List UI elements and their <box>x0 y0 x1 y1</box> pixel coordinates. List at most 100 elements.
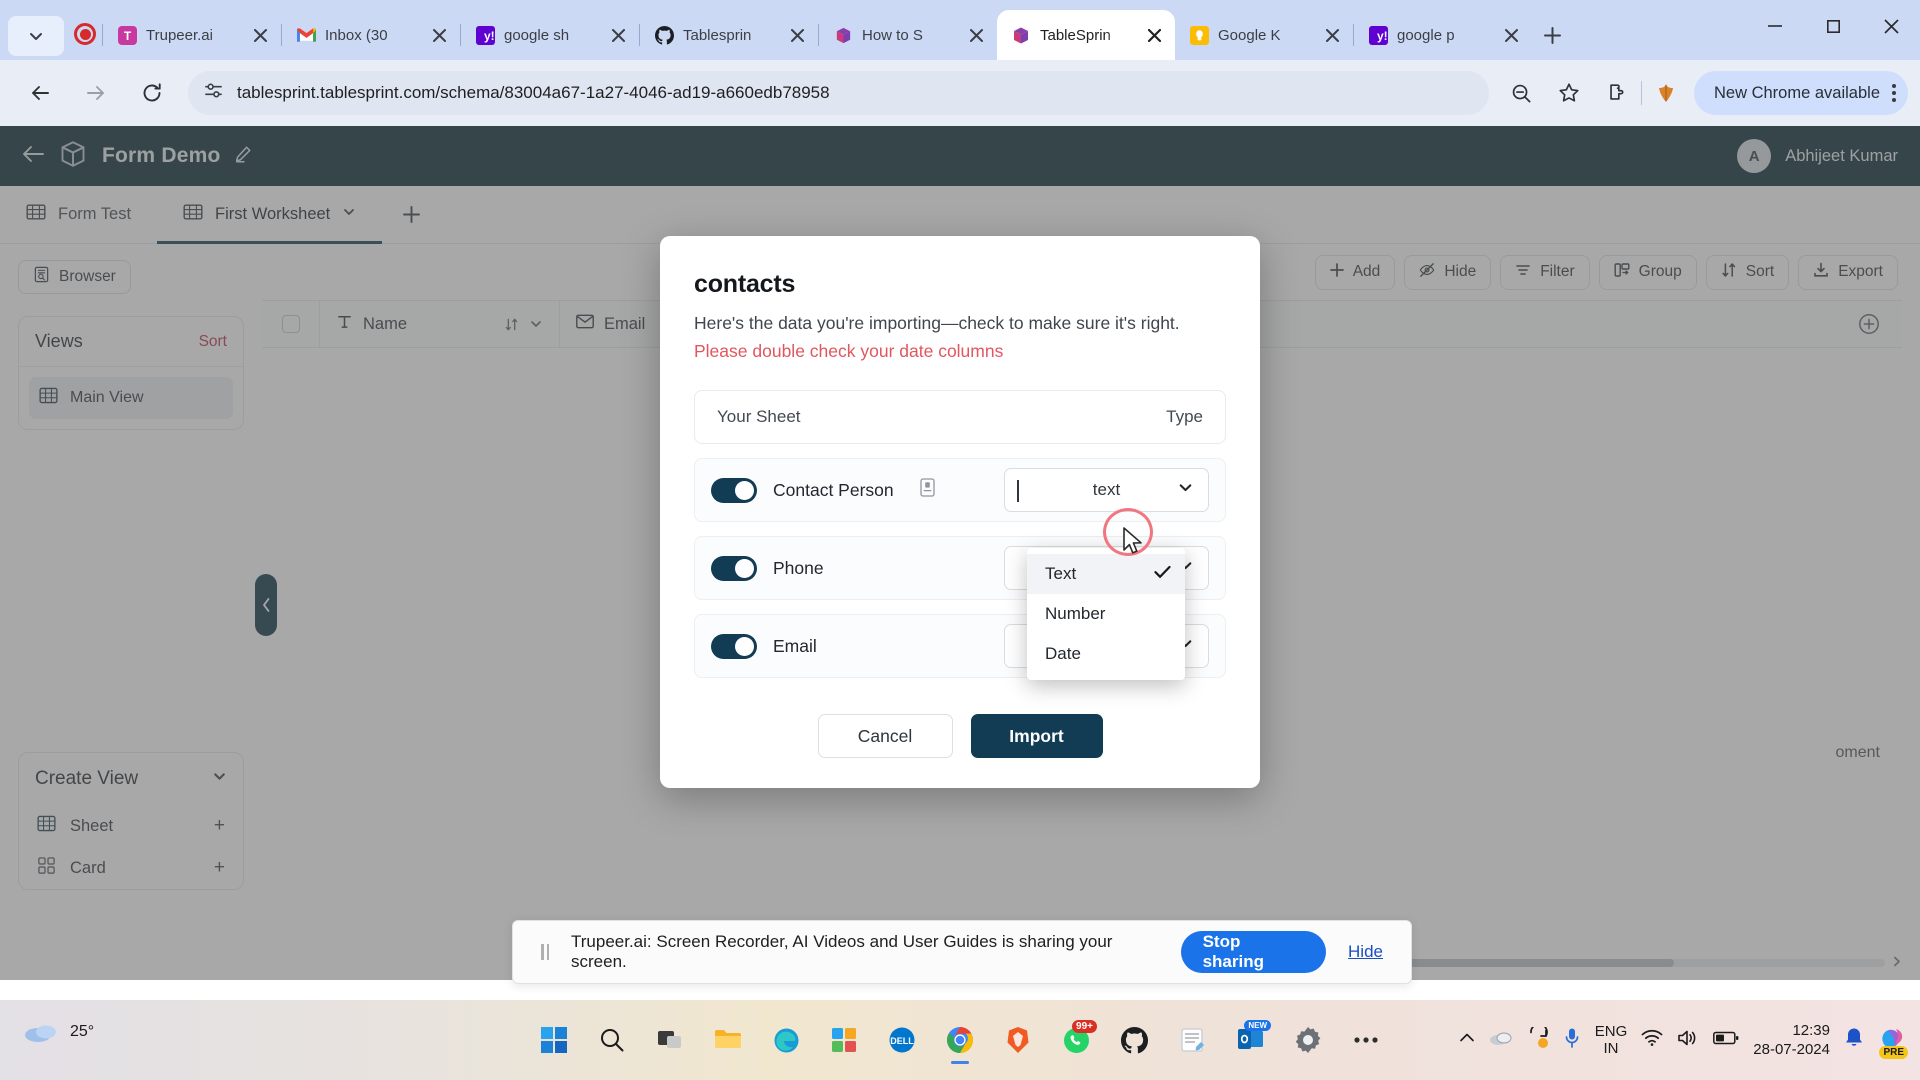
browser-tab-tablesprint-active[interactable]: TableSprin <box>997 10 1175 60</box>
toggle-contact-person[interactable] <box>711 477 757 503</box>
brave-icon[interactable] <box>993 1012 1043 1068</box>
more-icon[interactable] <box>1341 1012 1391 1068</box>
outlook-icon[interactable]: NEW <box>1225 1012 1275 1068</box>
browser-tab-inbox[interactable]: Inbox (30 <box>282 10 460 60</box>
tab-label: Google K <box>1218 26 1281 44</box>
chevron-down-icon[interactable] <box>1177 479 1194 501</box>
zoom-out-icon[interactable] <box>1500 72 1542 114</box>
clock[interactable]: 12:39 28-07-2024 <box>1753 1021 1830 1060</box>
wifi-icon[interactable] <box>1641 1029 1663 1052</box>
bookmark-star-icon[interactable] <box>1548 72 1590 114</box>
start-icon[interactable] <box>529 1012 579 1068</box>
file-explorer-icon[interactable] <box>703 1012 753 1068</box>
import-button[interactable]: Import <box>970 714 1103 758</box>
field-name: Email <box>773 635 817 656</box>
microphone-icon[interactable] <box>1563 1027 1581 1054</box>
volume-icon[interactable] <box>1677 1029 1699 1052</box>
import-preview-dialog: contacts Here's the data you're importin… <box>660 236 1260 788</box>
recording-indicator-icon <box>68 8 102 60</box>
close-window-button[interactable] <box>1862 0 1920 52</box>
weather-widget[interactable]: 25° <box>22 1014 94 1049</box>
cancel-button[interactable]: Cancel <box>817 714 953 758</box>
notes-icon[interactable] <box>1167 1012 1217 1068</box>
close-icon[interactable] <box>247 22 273 48</box>
drag-handle[interactable] <box>541 944 549 960</box>
back-button[interactable] <box>18 71 62 115</box>
chrome-update-button[interactable]: New Chrome available <box>1694 71 1908 115</box>
close-icon[interactable] <box>1141 22 1167 48</box>
browser-tab-tablesprint-github[interactable]: Tablesprin <box>640 10 818 60</box>
close-icon[interactable] <box>784 22 810 48</box>
minimize-button[interactable] <box>1746 0 1804 52</box>
sharing-message: Trupeer.ai: Screen Recorder, AI Videos a… <box>571 932 1113 971</box>
svg-text:y!: y! <box>1377 29 1388 43</box>
toggle-email[interactable] <box>711 633 757 659</box>
dropdown-option-number[interactable]: Number <box>1027 594 1185 634</box>
hide-sharing-bar-button[interactable]: Hide <box>1348 942 1383 962</box>
browser-tab-how-to-s[interactable]: How to S <box>819 10 997 60</box>
github-icon[interactable] <box>1109 1012 1159 1068</box>
chrome-update-label: New Chrome available <box>1714 83 1880 102</box>
tab-label: Tablesprin <box>683 26 752 44</box>
url-text: tablesprint.tablesprint.com/schema/83004… <box>237 83 830 102</box>
close-icon[interactable] <box>963 22 989 48</box>
screen-sharing-bar: Trupeer.ai: Screen Recorder, AI Videos a… <box>512 920 1412 984</box>
tablesprint-icon <box>833 25 853 45</box>
whatsapp-badge: 99+ <box>1072 1020 1097 1033</box>
profile-avatar-icon[interactable] <box>1645 72 1687 114</box>
dropdown-option-label: Number <box>1045 604 1106 623</box>
your-sheet-label: Your Sheet <box>717 407 801 426</box>
type-select-contact-person[interactable]: text <box>1004 468 1209 512</box>
browser-tab-strip: T Trupeer.ai Inbox (30 y! google sh Tabl… <box>0 0 1920 60</box>
dell-icon[interactable]: DELL <box>877 1012 927 1068</box>
close-icon[interactable] <box>426 22 452 48</box>
tab-label: Trupeer.ai <box>146 26 213 44</box>
chrome-icon[interactable] <box>935 1012 985 1068</box>
clock-date: 28-07-2024 <box>1753 1041 1830 1058</box>
gmail-icon <box>296 25 316 45</box>
close-icon[interactable] <box>605 22 631 48</box>
settings-icon[interactable] <box>1283 1012 1333 1068</box>
language-indicator[interactable]: ENG IN <box>1595 1023 1628 1058</box>
extensions-icon[interactable] <box>1596 72 1638 114</box>
browser-tab-google-p[interactable]: y! google p <box>1354 10 1532 60</box>
task-view-icon[interactable] <box>645 1012 695 1068</box>
taskbar-app-icons: DELL 99+ NEW <box>529 1012 1391 1068</box>
forward-button[interactable] <box>74 71 118 115</box>
yahoo-icon: y! <box>475 25 495 45</box>
whatsapp-icon[interactable]: 99+ <box>1051 1012 1101 1068</box>
chrome-menu-icon[interactable] <box>1892 84 1896 102</box>
tab-search-button[interactable] <box>8 16 64 56</box>
check-icon <box>1154 564 1171 584</box>
yahoo-icon: y! <box>1368 25 1388 45</box>
new-tab-button[interactable] <box>1532 15 1572 55</box>
site-settings-icon[interactable] <box>204 81 223 105</box>
update-icon[interactable] <box>1527 1022 1549 1054</box>
notification-bell-icon[interactable] <box>1844 1027 1864 1054</box>
maximize-button[interactable] <box>1804 0 1862 52</box>
language-code: ENG <box>1594 1022 1628 1040</box>
field-name: Contact Person <box>773 479 894 500</box>
dropdown-option-text[interactable]: Text <box>1027 554 1185 594</box>
store-icon[interactable] <box>819 1012 869 1068</box>
mouse-cursor <box>1122 527 1146 564</box>
browser-tab-google-keep[interactable]: Google K <box>1175 10 1353 60</box>
edge-icon[interactable] <box>761 1012 811 1068</box>
search-icon[interactable] <box>587 1012 637 1068</box>
close-icon[interactable] <box>1319 22 1345 48</box>
show-hidden-icons-icon[interactable] <box>1459 1031 1475 1049</box>
address-bar[interactable]: tablesprint.tablesprint.com/schema/83004… <box>188 71 1489 115</box>
reload-button[interactable] <box>130 71 174 115</box>
browser-tab-trupeer[interactable]: T Trupeer.ai <box>103 10 281 60</box>
copilot-icon[interactable]: PRE <box>1878 1024 1908 1059</box>
browser-tab-google-sheets[interactable]: y! google sh <box>461 10 639 60</box>
tab-label: How to S <box>862 26 923 44</box>
stop-sharing-button[interactable]: Stop sharing <box>1180 931 1327 973</box>
onedrive-icon[interactable] <box>1489 1030 1513 1051</box>
close-icon[interactable] <box>1498 22 1524 48</box>
trupeer-icon: T <box>117 25 137 45</box>
battery-icon[interactable] <box>1713 1031 1739 1050</box>
mapping-row-contact-person: Contact Person text <box>694 458 1226 522</box>
dropdown-option-date[interactable]: Date <box>1027 634 1185 674</box>
toggle-phone[interactable] <box>711 555 757 581</box>
